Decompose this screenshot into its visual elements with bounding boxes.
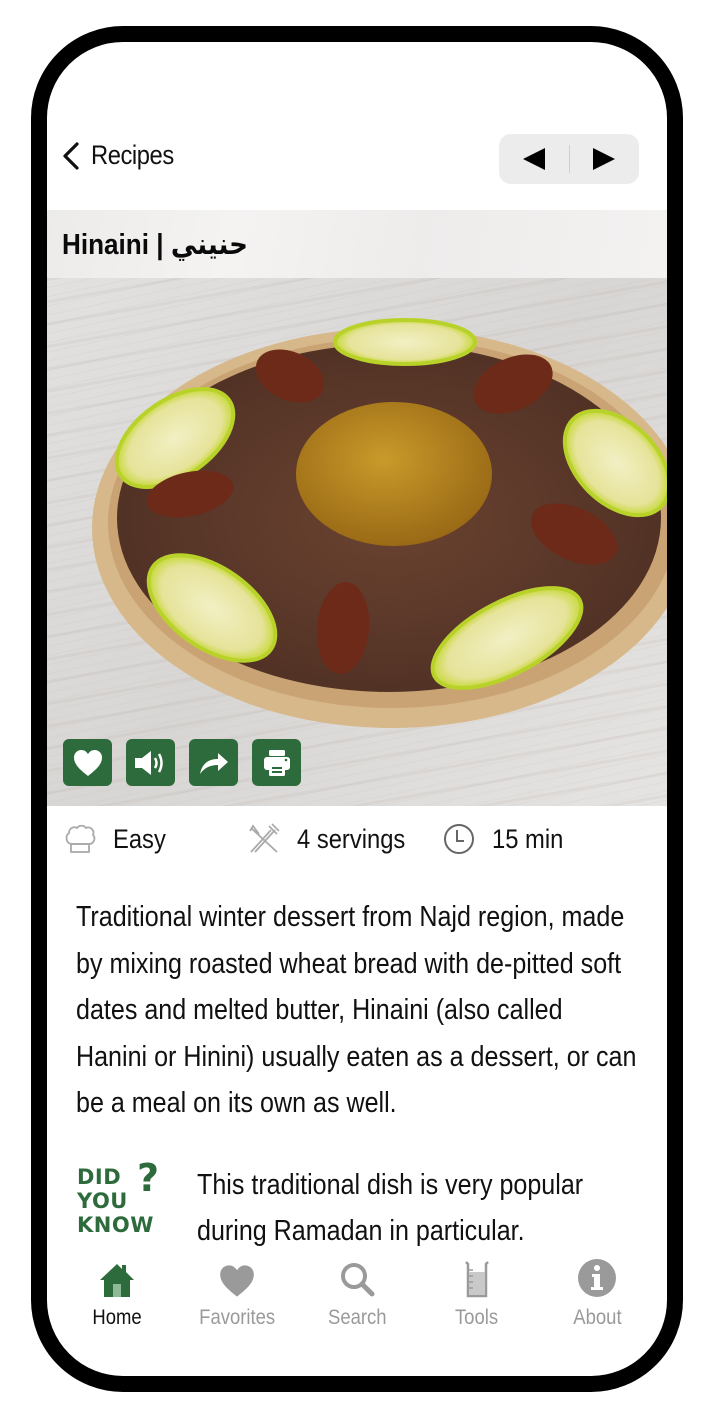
time-info: 15 min (442, 822, 573, 856)
tab-bar: Home Favorites Search Tools About (47, 1252, 667, 1342)
speaker-icon (134, 750, 163, 775)
share-icon (199, 752, 228, 774)
tab-home[interactable]: Home (57, 1252, 177, 1342)
measuring-cup-icon (465, 1261, 489, 1298)
did-you-know-badge: DID YOU KNOW ? (77, 1156, 177, 1246)
tab-label: About (572, 1306, 622, 1329)
badge-word: KNOW (77, 1213, 154, 1237)
badge-word: DID (77, 1165, 122, 1189)
printer-icon (263, 749, 290, 776)
servings-info: 4 servings (247, 822, 420, 856)
tab-label: Tools (455, 1306, 499, 1329)
tab-label: Favorites (198, 1306, 275, 1329)
navigation-bar: Recipes (47, 134, 667, 192)
tab-favorites[interactable]: Favorites (177, 1252, 297, 1342)
back-button[interactable]: Recipes (61, 140, 185, 171)
dish-illustration (92, 318, 667, 728)
time-value: 15 min (492, 823, 564, 854)
did-you-know: DID YOU KNOW ? This traditional dish is … (77, 1156, 667, 1252)
tab-about[interactable]: About (537, 1252, 657, 1342)
next-recipe-button[interactable] (570, 134, 640, 184)
servings-value: 4 servings (297, 823, 406, 854)
favorite-button[interactable] (63, 739, 112, 786)
search-icon (341, 1263, 375, 1297)
print-button[interactable] (252, 739, 301, 786)
recipe-meta: Easy 4 servings 15 min (47, 822, 667, 862)
recipe-description: Traditional winter dessert from Najd reg… (76, 901, 637, 1119)
info-icon (578, 1259, 616, 1297)
phone-frame: Recipes Hinaini | حنيني Easy 4 servings … (31, 26, 683, 1392)
tab-label: Home (92, 1306, 142, 1329)
utensils-icon (249, 823, 280, 853)
chevron-left-icon (63, 141, 79, 170)
previous-recipe-button[interactable] (499, 134, 569, 184)
difficulty-value: Easy (113, 823, 166, 854)
tab-label: Search (327, 1306, 387, 1329)
home-icon (100, 1264, 134, 1297)
tab-tools[interactable]: Tools (417, 1252, 537, 1342)
back-label: Recipes (91, 140, 174, 170)
difficulty-info: Easy (63, 822, 173, 856)
triangle-left-icon (522, 148, 545, 170)
recipe-title-bar: Hinaini | حنيني (47, 210, 667, 278)
chef-hat-icon (65, 824, 96, 853)
recipe-photo (47, 278, 667, 806)
clock-icon (444, 824, 474, 854)
triangle-right-icon (593, 148, 616, 170)
read-aloud-button[interactable] (126, 739, 175, 786)
recipe-screen: Recipes Hinaini | حنيني Easy 4 servings … (47, 42, 667, 1376)
badge-word: YOU (77, 1189, 128, 1213)
butter-well (296, 402, 492, 546)
recipe-actions (63, 739, 301, 786)
share-button[interactable] (189, 739, 238, 786)
did-you-know-text: This traditional dish is very popular du… (197, 1169, 584, 1247)
question-mark-icon: ? (137, 1156, 160, 1200)
heart-icon (220, 1265, 254, 1297)
tab-search[interactable]: Search (297, 1252, 417, 1342)
heart-icon (73, 749, 102, 776)
recipe-pager (499, 134, 639, 184)
recipe-title: Hinaini | حنيني (62, 228, 249, 261)
